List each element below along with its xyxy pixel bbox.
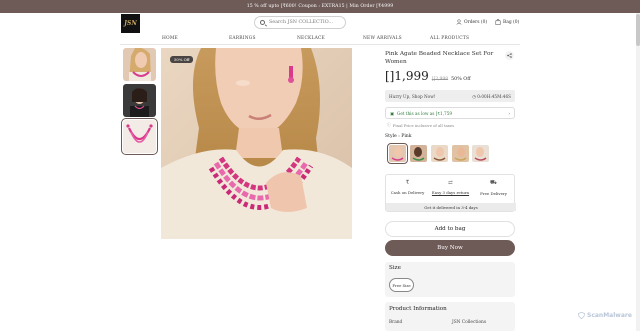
- brand-value: JSN Collections: [452, 320, 487, 325]
- size-option-free[interactable]: Free Size: [389, 278, 414, 292]
- nav-item-necklace[interactable]: NECKLACE: [297, 36, 325, 41]
- thumbnail-3[interactable]: [121, 118, 158, 155]
- orders-label: Orders (0): [464, 19, 488, 25]
- info-icon: ⓘ: [387, 122, 391, 127]
- nav-item-earrings[interactable]: EARRINGS: [229, 36, 256, 41]
- style-swatch-5[interactable]: [472, 145, 489, 162]
- thumbnail-2[interactable]: [123, 84, 156, 117]
- size-label: Size: [389, 265, 401, 271]
- search-input[interactable]: Search JSN COLLECTIO...: [254, 16, 346, 29]
- cash-icon: ₹: [405, 180, 410, 186]
- share-icon[interactable]: [505, 51, 514, 60]
- search-placeholder: Search JSN COLLECTIO...: [269, 20, 333, 25]
- feature-free-delivery: ⛟ Free Delivery: [472, 180, 515, 196]
- product-info-title: Product Information: [389, 306, 447, 312]
- watermark: ScanMalware: [578, 312, 632, 319]
- price-row: []1,999 []3,998 50% Off: [385, 69, 471, 83]
- feature-returns-label: Easy 3 days return: [431, 190, 470, 195]
- product-information: Product Information Brand JSN Collection…: [385, 302, 515, 331]
- watermark-logo-icon: [578, 312, 585, 319]
- offer-icon: ▣: [390, 110, 394, 116]
- site-header: JSN Search JSN COLLECTIO... Orders (0) B…: [0, 13, 640, 34]
- return-icon: ⇄: [448, 180, 453, 186]
- promo-banner: 15 % off upto [₹600! Coupon : EXTRA15 | …: [0, 0, 640, 13]
- add-to-bag-button[interactable]: Add to bag: [385, 221, 515, 237]
- final-price-note: ⓘ Final Price inclusive of all taxes: [387, 122, 454, 128]
- timer-value: 0:00H:45M:46S: [477, 93, 511, 99]
- orders-link[interactable]: Orders (0): [456, 19, 487, 25]
- final-price-text: Final Price inclusive of all taxes: [392, 122, 455, 128]
- bag-icon: [495, 19, 501, 25]
- hurry-banner: Hurry Up, Shop Now! ◷ 0:00H:45M:46S: [385, 90, 515, 102]
- product-main-image[interactable]: 50% Off: [161, 48, 352, 239]
- buy-now-button[interactable]: Buy Now: [385, 240, 515, 256]
- size-section: Size Free Size: [385, 262, 515, 297]
- low-price-offer[interactable]: ▣ Get this as low as [₹1,759 ›: [385, 107, 515, 119]
- watermark-text: ScanMalware: [587, 312, 632, 319]
- scrollbar-thumb[interactable]: [636, 14, 640, 46]
- nav-item-home[interactable]: HOME: [162, 36, 178, 41]
- style-label: Style : Pink: [385, 134, 412, 139]
- promo-text: 15 % off upto [₹600! Coupon : EXTRA15 | …: [246, 4, 394, 9]
- bag-label: Bag (0): [503, 19, 520, 25]
- user-icon: [456, 19, 462, 25]
- nav-item-new-arrivals[interactable]: NEW ARRIVALS: [363, 36, 402, 41]
- feature-cod-label: Cash on Delivery: [390, 190, 425, 195]
- sale-price: []1,999: [385, 69, 429, 83]
- style-swatch-4[interactable]: [452, 145, 469, 162]
- chevron-right-icon: ›: [508, 110, 510, 116]
- mrp-price: []3,998: [431, 77, 449, 82]
- style-swatch-1[interactable]: [387, 143, 408, 164]
- thumbnail-1[interactable]: [123, 48, 156, 81]
- clock-icon: ◷: [472, 93, 476, 99]
- hurry-label: Hurry Up, Shop Now!: [389, 93, 436, 99]
- countdown-timer: ◷ 0:00H:45M:46S: [472, 94, 511, 99]
- feature-cod: ₹ Cash on Delivery: [386, 180, 429, 195]
- search-icon: [260, 20, 265, 26]
- bag-link[interactable]: Bag (0): [495, 19, 519, 25]
- truck-icon: ⛟: [489, 180, 498, 186]
- product-title: Pink Agate Beaded Necklace Set For Women: [385, 51, 494, 65]
- delivery-estimate: Get it delivered in 3-4 days: [386, 203, 516, 211]
- low-price-text: Get this as low as [₹1,759: [396, 110, 453, 116]
- feature-returns[interactable]: ⇄ Easy 3 days return: [429, 180, 472, 195]
- nav-divider: [120, 44, 520, 45]
- discount-text: 50% Off: [451, 77, 471, 82]
- brand-key: Brand: [389, 320, 403, 325]
- style-swatch-2[interactable]: [410, 145, 427, 162]
- nav-item-all-products[interactable]: ALL PRODUCTS: [430, 36, 469, 41]
- site-logo[interactable]: JSN: [121, 14, 140, 33]
- discount-badge: 50% Off: [170, 56, 194, 63]
- features-box: ₹ Cash on Delivery ⇄ Easy 3 days return …: [385, 174, 516, 212]
- style-swatch-3[interactable]: [431, 145, 448, 162]
- feature-free-label: Free Delivery: [480, 191, 507, 196]
- scrollbar-track[interactable]: [636, 13, 640, 331]
